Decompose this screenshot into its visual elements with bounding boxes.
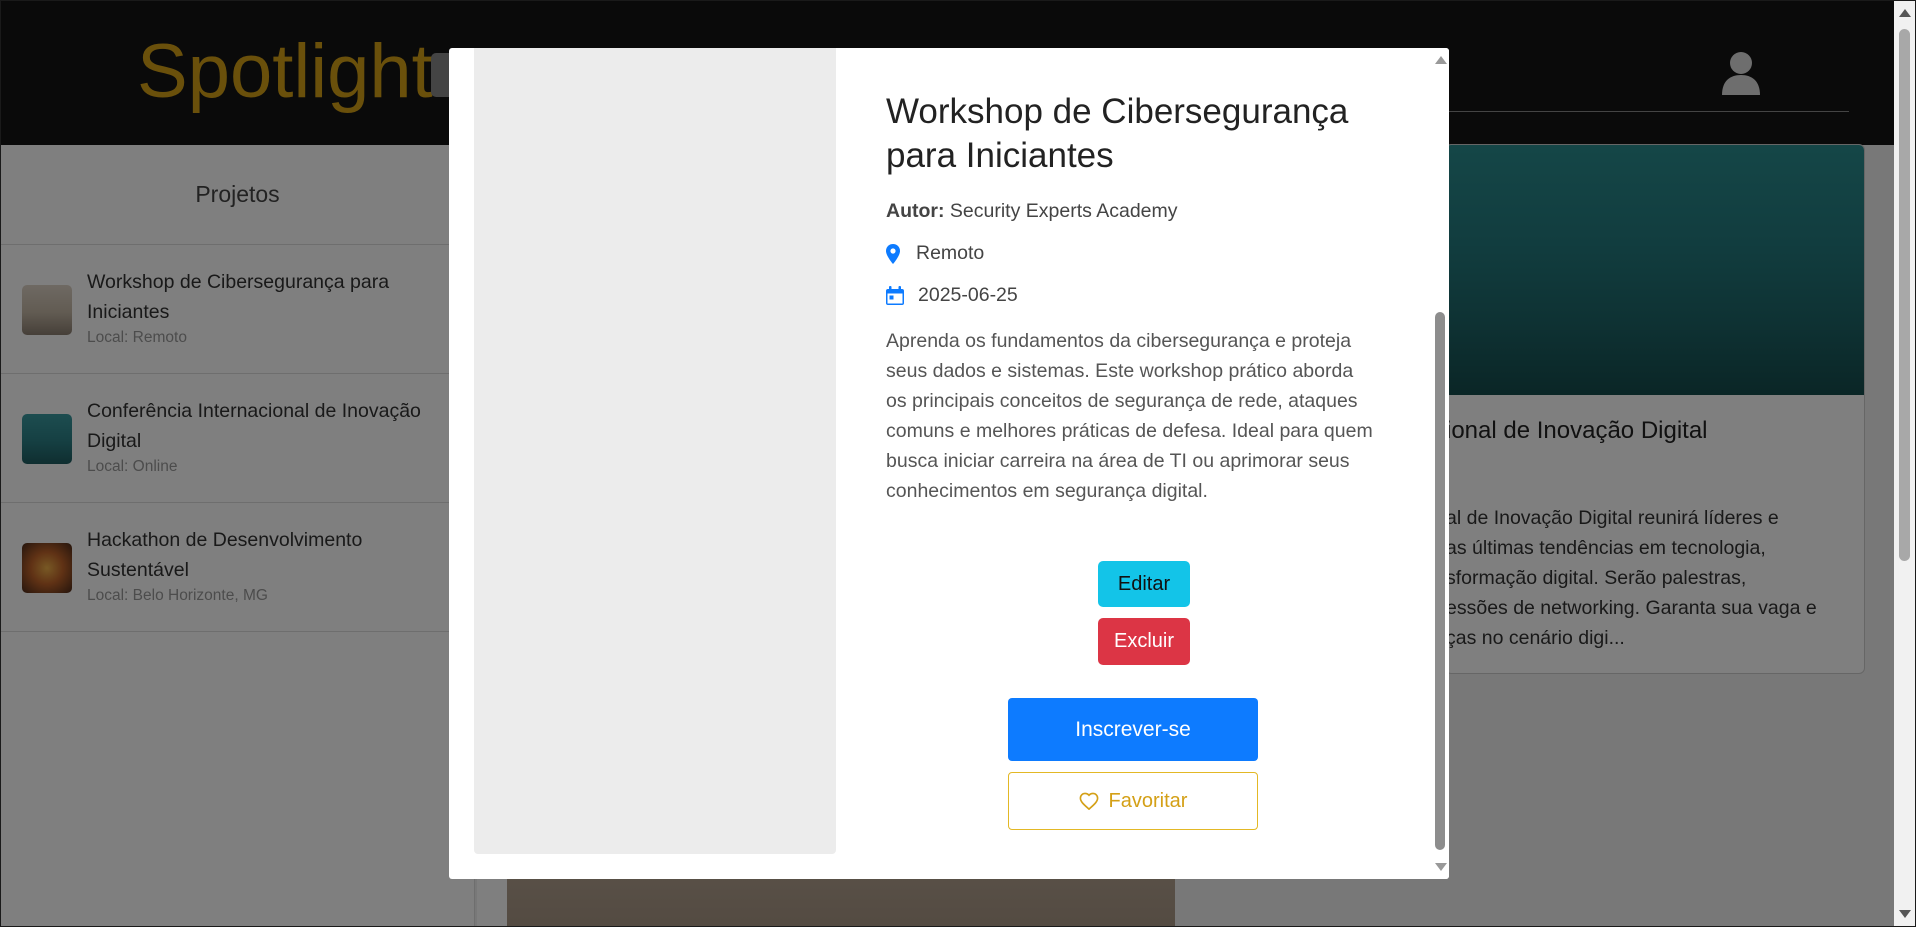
project-image-placeholder <box>474 48 836 854</box>
project-details-modal: Workshop de Cibersegurança para Iniciant… <box>449 48 1449 879</box>
scroll-down-arrow-icon[interactable] <box>1435 863 1447 871</box>
edit-button[interactable]: Editar <box>1098 561 1190 607</box>
scroll-up-arrow-icon[interactable] <box>1435 56 1447 64</box>
project-date: 2025-06-25 <box>886 284 1018 307</box>
calendar-icon <box>886 286 904 305</box>
scrollbar-thumb[interactable] <box>1899 29 1910 561</box>
project-location: Remoto <box>886 242 984 265</box>
app-window: Spotlight Projetos Workshop de Cibersegu… <box>1 1 1915 926</box>
author-label: Autor: <box>886 200 945 222</box>
location-value: Remoto <box>916 242 985 264</box>
project-title: Workshop de Cibersegurança para Iniciant… <box>886 92 1349 175</box>
scrollbar-thumb[interactable] <box>1435 312 1445 850</box>
subscribe-button[interactable]: Inscrever-se <box>1008 698 1258 761</box>
page-scrollbar[interactable] <box>1894 1 1915 926</box>
favorite-button[interactable]: Favoritar <box>1008 772 1258 830</box>
delete-button[interactable]: Excluir <box>1098 618 1190 665</box>
date-value: 2025-06-25 <box>918 284 1018 306</box>
location-pin-icon <box>886 243 902 264</box>
scroll-down-arrow-icon[interactable] <box>1899 910 1911 918</box>
heart-icon <box>1079 792 1098 810</box>
author-value: Security Experts Academy <box>949 200 1178 222</box>
modal-scrollbar[interactable] <box>1431 48 1449 879</box>
project-description: Aprenda os fundamentos da cibersegurança… <box>886 330 1373 502</box>
project-author: Autor: Security Experts Academy <box>886 200 1178 223</box>
favorite-label: Favoritar <box>1108 789 1188 812</box>
scroll-up-arrow-icon[interactable] <box>1899 9 1911 17</box>
